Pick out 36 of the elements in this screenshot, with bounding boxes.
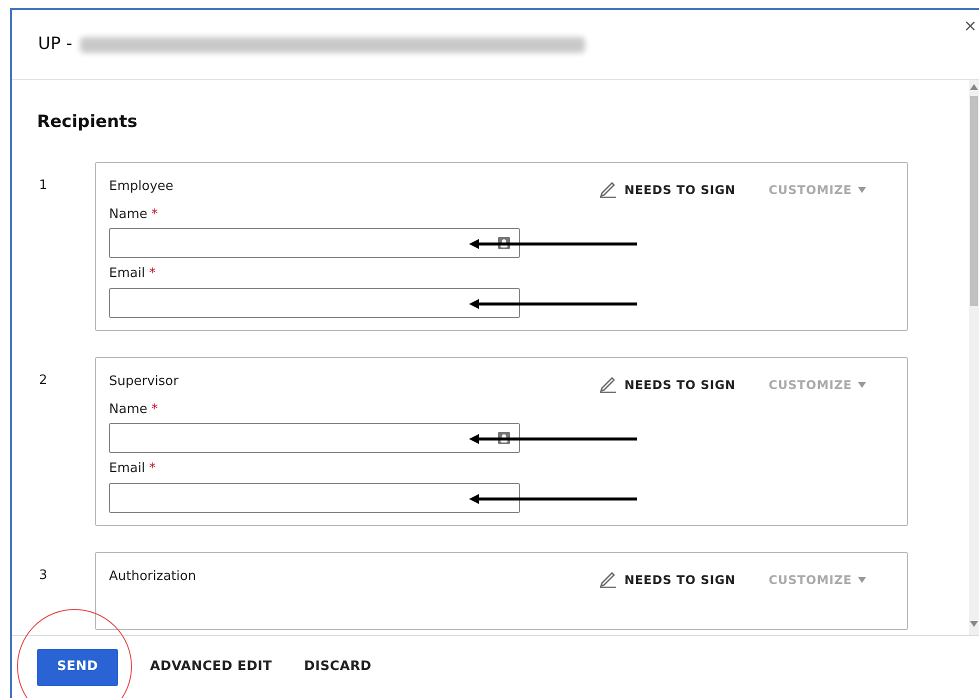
- field-label: Email: [109, 460, 146, 478]
- input-field[interactable]: [109, 228, 520, 258]
- pen-icon: [599, 376, 618, 393]
- input-field[interactable]: [109, 288, 520, 318]
- required-asterisk: *: [151, 400, 158, 418]
- recipient-role: Supervisor: [109, 372, 180, 390]
- recipient-number: 3: [38, 566, 48, 584]
- field-label: Name: [109, 400, 148, 418]
- recipient-role: Employee: [109, 178, 174, 196]
- scrollbar-thumb[interactable]: [970, 96, 978, 306]
- required-asterisk: *: [149, 460, 156, 478]
- recipient-number: 1: [38, 176, 48, 194]
- footer-button[interactable]: ADVANCED EDIT: [150, 648, 272, 686]
- caret-icon: [858, 382, 866, 388]
- caret-icon: [858, 576, 866, 582]
- required-asterisk: *: [149, 265, 156, 283]
- scroll-down-icon[interactable]: [970, 621, 978, 627]
- needs-to-sign-button[interactable]: NEEDS TO SIGN: [599, 570, 736, 588]
- pen-icon: [599, 571, 618, 588]
- recipient-number: 2: [38, 372, 48, 390]
- scroll-up-icon[interactable]: [970, 84, 978, 90]
- field-label: Name: [109, 206, 148, 224]
- needs-to-sign-button[interactable]: NEEDS TO SIGN: [599, 376, 736, 394]
- recipient-role: Authorization: [109, 568, 198, 586]
- section-title: Recipients: [37, 111, 138, 134]
- caret-icon: [858, 186, 866, 192]
- close-button[interactable]: ×: [964, 18, 977, 34]
- field-label: Email: [109, 265, 146, 283]
- required-asterisk: *: [151, 206, 158, 224]
- input-field[interactable]: [109, 482, 520, 512]
- input-field[interactable]: [109, 423, 520, 453]
- pen-icon: [599, 181, 618, 198]
- needs-to-sign-button[interactable]: NEEDS TO SIGN: [599, 180, 736, 198]
- dialog-title: UP -: [38, 32, 72, 56]
- footer-button[interactable]: DISCARD: [304, 648, 372, 686]
- footer-button[interactable]: SEND: [37, 648, 118, 686]
